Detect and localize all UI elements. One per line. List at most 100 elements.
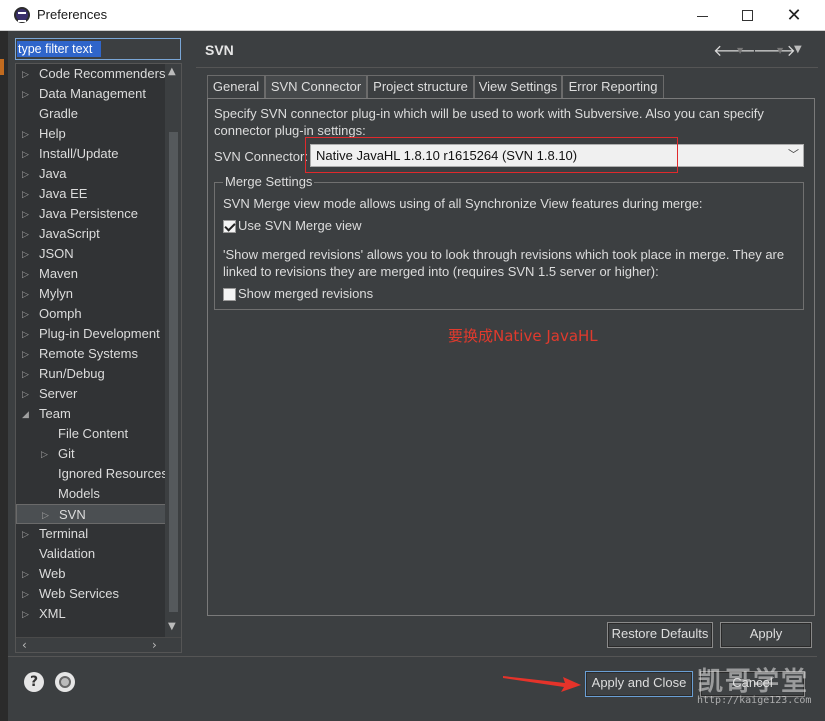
- show-merged-revisions-label[interactable]: Show merged revisions: [238, 286, 373, 301]
- tree-collapsed-icon[interactable]: ▷: [22, 284, 29, 304]
- tree-collapsed-icon[interactable]: ▷: [22, 564, 29, 584]
- tree-collapsed-icon[interactable]: ▷: [22, 124, 29, 144]
- tree-horizontal-scrollbar[interactable]: ‹ ›: [16, 637, 181, 652]
- minimize-icon: [696, 15, 708, 17]
- filter-input[interactable]: type filter text: [15, 38, 181, 60]
- tree-item[interactable]: ▷ Install/Update: [16, 144, 166, 164]
- tree-item-label: Run/Debug: [39, 366, 105, 381]
- tree-item[interactable]: Validation: [16, 544, 166, 564]
- tree-collapsed-icon[interactable]: ▷: [22, 304, 29, 324]
- tree-item[interactable]: ▷ Oomph: [16, 304, 166, 324]
- tree-item[interactable]: ▷ Remote Systems: [16, 344, 166, 364]
- tree-item[interactable]: ▷ Terminal: [16, 524, 166, 544]
- tree-collapsed-icon[interactable]: ▷: [22, 524, 29, 544]
- tree-collapsed-icon[interactable]: ▷: [22, 244, 29, 264]
- tree-collapsed-icon[interactable]: ▷: [22, 144, 29, 164]
- tree-collapsed-icon[interactable]: ▷: [22, 84, 29, 104]
- scroll-down-icon[interactable]: ▼: [168, 621, 176, 632]
- edge-marker: [0, 59, 4, 75]
- tree-collapsed-icon[interactable]: ▷: [22, 384, 29, 404]
- tab-error-reporting[interactable]: Error Reporting: [562, 75, 664, 98]
- show-merged-revisions-checkbox[interactable]: [223, 288, 236, 301]
- tab-project-structure[interactable]: Project structure: [367, 75, 474, 98]
- tree-collapsed-icon[interactable]: ▷: [22, 604, 29, 624]
- tab-general[interactable]: General: [207, 75, 265, 98]
- tree-collapsed-icon[interactable]: ▷: [42, 505, 49, 525]
- tree-item[interactable]: ▷ Mylyn: [16, 284, 166, 304]
- apply-button[interactable]: Apply: [720, 622, 812, 648]
- minimize-button[interactable]: [679, 0, 725, 30]
- chevron-down-icon: ﹀: [788, 149, 799, 161]
- tree-collapsed-icon[interactable]: ▷: [22, 164, 29, 184]
- view-menu-icon[interactable]: ▼: [794, 44, 802, 55]
- scroll-left-icon[interactable]: ‹: [22, 638, 27, 652]
- scroll-right-icon[interactable]: ›: [152, 638, 157, 652]
- tree-item-label: Validation: [39, 546, 96, 561]
- tree-collapsed-icon[interactable]: ▷: [22, 264, 29, 284]
- tree-item-label: Java: [39, 166, 67, 181]
- forward-dropdown-icon[interactable]: ▼: [777, 46, 783, 55]
- tree-item[interactable]: ▷ Java: [16, 164, 166, 184]
- tree-item[interactable]: ▷ JSON: [16, 244, 166, 264]
- svn-connector-label: SVN Connector:: [214, 149, 308, 164]
- tree-expanded-icon[interactable]: ◢: [22, 404, 29, 424]
- back-arrow-icon[interactable]: 🡐: [713, 40, 756, 60]
- tab-svn-connector[interactable]: SVN Connector: [265, 75, 367, 99]
- tree-collapsed-icon[interactable]: ▷: [22, 344, 29, 364]
- tree-item[interactable]: ◢ Team: [16, 404, 166, 424]
- tree-item[interactable]: ▷ SVN: [16, 504, 166, 524]
- tree-item[interactable]: ▷ Data Management: [16, 84, 166, 104]
- tree-item[interactable]: ▷ Server: [16, 384, 166, 404]
- tree-item[interactable]: ▷ Plug-in Development: [16, 324, 166, 344]
- maximize-button[interactable]: [724, 0, 770, 30]
- tree-collapsed-icon[interactable]: ▷: [22, 224, 29, 244]
- tree-item[interactable]: ▷ Java Persistence: [16, 204, 166, 224]
- annotation-arrow-icon: [503, 676, 581, 692]
- tree-item[interactable]: ▷ Run/Debug: [16, 364, 166, 384]
- use-svn-merge-view-label[interactable]: Use SVN Merge view: [238, 218, 362, 233]
- tree-collapsed-icon[interactable]: ▷: [41, 444, 48, 464]
- restore-defaults-button[interactable]: Restore Defaults: [607, 622, 713, 648]
- footer-separator: [8, 656, 817, 657]
- use-svn-merge-view-checkbox[interactable]: [223, 220, 236, 233]
- tree-item[interactable]: Gradle: [16, 104, 166, 124]
- tree-collapsed-icon[interactable]: ▷: [22, 204, 29, 224]
- scroll-thumb[interactable]: [169, 132, 178, 612]
- tab-view-settings[interactable]: View Settings: [474, 75, 562, 98]
- tree-item-label: Install/Update: [39, 146, 119, 161]
- tree-collapsed-icon[interactable]: ▷: [22, 364, 29, 384]
- tree-collapsed-icon[interactable]: ▷: [22, 324, 29, 344]
- help-icon[interactable]: ?: [24, 672, 44, 692]
- window-title: Preferences: [37, 7, 108, 22]
- tree-item-label: Web: [39, 566, 66, 581]
- tree-vertical-scrollbar[interactable]: ▲ ▼: [165, 64, 181, 637]
- back-dropdown-icon[interactable]: ▼: [737, 46, 743, 55]
- tree-item[interactable]: ▷ Code Recommenders: [16, 64, 166, 84]
- tree-item[interactable]: ▷ Help: [16, 124, 166, 144]
- tree-item[interactable]: ▷ Git: [16, 444, 166, 464]
- watermark-url: http://kaige123.com: [697, 695, 812, 706]
- scroll-up-icon[interactable]: ▲: [168, 66, 176, 77]
- tree-item[interactable]: ▷ JavaScript: [16, 224, 166, 244]
- tree-item[interactable]: Ignored Resources: [16, 464, 168, 484]
- tree-item-label: Web Services: [39, 586, 119, 601]
- tree-item[interactable]: ▷ XML: [16, 604, 166, 624]
- tree-item[interactable]: File Content: [16, 424, 166, 444]
- tree-item[interactable]: ▷ Java EE: [16, 184, 166, 204]
- tree-item-label: Oomph: [39, 306, 82, 321]
- tree-item[interactable]: ▷ Maven: [16, 264, 166, 284]
- tree-item[interactable]: Models: [16, 484, 166, 504]
- tree-item-label: Team: [39, 406, 71, 421]
- preferences-tree[interactable]: ▷ Code Recommenders ▷ Data Management Gradle…: [15, 63, 182, 653]
- apply-and-close-button[interactable]: Apply and Close: [585, 671, 693, 697]
- close-button[interactable]: ✕: [771, 0, 817, 30]
- tree-item[interactable]: ▷ Web Services: [16, 584, 166, 604]
- tree-item-label: Remote Systems: [39, 346, 138, 361]
- forward-arrow-icon[interactable]: 🡒: [753, 40, 796, 60]
- tree-collapsed-icon[interactable]: ▷: [22, 64, 29, 84]
- tree-collapsed-icon[interactable]: ▷: [22, 584, 29, 604]
- import-export-icon[interactable]: [55, 672, 75, 692]
- tree-item[interactable]: ▷ Web: [16, 564, 166, 584]
- window-left-edge: [0, 31, 8, 721]
- tree-collapsed-icon[interactable]: ▷: [22, 184, 29, 204]
